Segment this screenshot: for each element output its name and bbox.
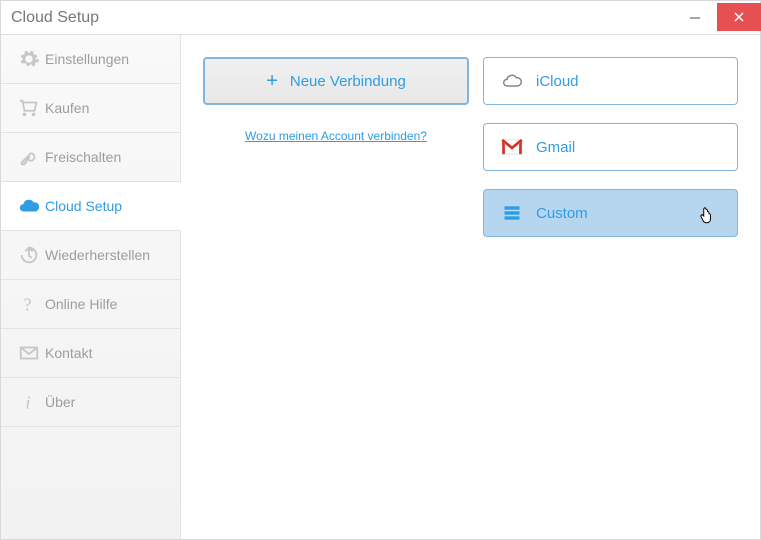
window-title: Cloud Setup — [1, 9, 99, 27]
sidebar-item-restore[interactable]: Wiederherstellen — [1, 231, 180, 280]
provider-gmail[interactable]: Gmail — [483, 123, 738, 171]
close-icon — [734, 12, 744, 22]
sidebar-item-label: Freischalten — [45, 149, 121, 165]
sidebar-item-settings[interactable]: Einstellungen — [1, 35, 180, 84]
sidebar-item-label: Online Hilfe — [45, 296, 117, 312]
provider-icloud[interactable]: iCloud — [483, 57, 738, 105]
info-icon: i — [13, 391, 45, 413]
pointer-cursor-icon — [697, 206, 715, 226]
new-connection-button[interactable]: + Neue Verbindung — [203, 57, 469, 105]
minimize-icon — [690, 13, 700, 23]
cart-icon — [13, 97, 45, 119]
mail-icon — [13, 342, 45, 364]
sidebar-item-label: Kaufen — [45, 100, 89, 116]
minimize-button[interactable] — [673, 4, 717, 32]
plus-icon: + — [266, 70, 278, 93]
sidebar-item-cloud-setup[interactable]: Cloud Setup — [1, 182, 181, 231]
window-controls — [673, 1, 760, 34]
main-left-column: + Neue Verbindung Wozu meinen Account ve… — [203, 57, 469, 517]
cloud-icon — [13, 195, 45, 217]
server-icon — [498, 203, 526, 223]
new-connection-label: Neue Verbindung — [290, 73, 406, 90]
sidebar-item-label: Cloud Setup — [45, 198, 122, 214]
provider-custom[interactable]: Custom — [483, 189, 738, 237]
restore-icon — [13, 244, 45, 266]
provider-label: iCloud — [536, 73, 579, 90]
sidebar-item-help[interactable]: ? Online Hilfe — [1, 280, 180, 329]
window-body: Einstellungen Kaufen Freischalten Cloud … — [1, 35, 760, 539]
provider-label: Gmail — [536, 139, 575, 156]
key-icon — [13, 146, 45, 168]
titlebar: Cloud Setup — [1, 1, 760, 35]
app-window: Cloud Setup Einstellungen — [0, 0, 761, 540]
sidebar-item-contact[interactable]: Kontakt — [1, 329, 180, 378]
gmail-icon — [498, 139, 526, 155]
svg-text:?: ? — [24, 294, 32, 314]
sidebar-item-unlock[interactable]: Freischalten — [1, 133, 180, 182]
sidebar-item-about[interactable]: i Über — [1, 378, 180, 427]
sidebar-item-label: Kontakt — [45, 345, 92, 361]
sidebar: Einstellungen Kaufen Freischalten Cloud … — [1, 35, 181, 539]
why-connect-link[interactable]: Wozu meinen Account verbinden? — [203, 129, 469, 143]
svg-text:i: i — [25, 392, 30, 412]
sidebar-item-label: Einstellungen — [45, 51, 129, 67]
cloud-outline-icon — [498, 71, 526, 91]
sidebar-item-label: Über — [45, 394, 75, 410]
sidebar-item-buy[interactable]: Kaufen — [1, 84, 180, 133]
provider-label: Custom — [536, 205, 588, 222]
sidebar-item-label: Wiederherstellen — [45, 247, 150, 263]
close-button[interactable] — [717, 3, 761, 31]
gear-icon — [13, 48, 45, 70]
help-icon: ? — [13, 293, 45, 315]
main-panel: + Neue Verbindung Wozu meinen Account ve… — [181, 35, 760, 539]
provider-list: iCloud Gmail — [469, 57, 738, 517]
